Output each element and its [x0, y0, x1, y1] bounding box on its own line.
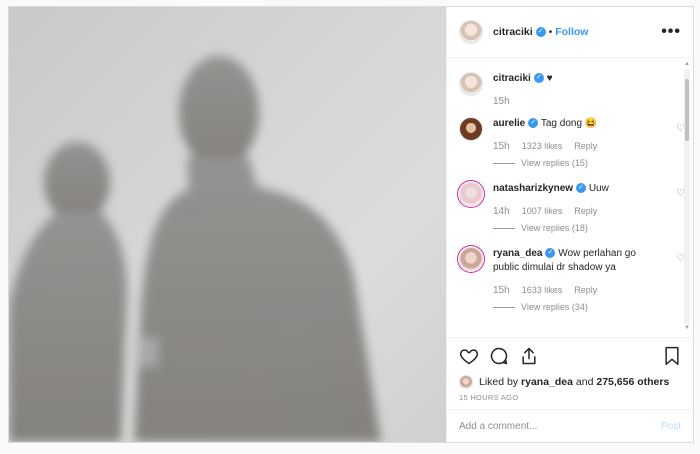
comment-text: Tag dong 😆 [540, 118, 598, 129]
liker-avatar[interactable] [459, 375, 473, 389]
comment-likes[interactable]: 1007 likes [522, 206, 563, 217]
add-comment-input[interactable] [459, 420, 661, 432]
post-sidebar: citraciki ✓ • Follow ••• citraciki ✓ ♥ 15… [446, 7, 693, 442]
commenter-username[interactable]: aurelie [493, 118, 525, 129]
scrollbar-thumb[interactable] [685, 79, 689, 141]
comment-time[interactable]: 15h [493, 141, 510, 152]
add-comment-bar: Post [447, 409, 693, 442]
caption-text: ♥ [546, 73, 553, 84]
verified-badge-icon: ✓ [528, 118, 539, 129]
comment-item: natasharizkynew ✓ Uuw 14h 1007 likes Repl… [459, 182, 685, 233]
liked-by-middle: and [575, 376, 594, 388]
commenter-avatar[interactable] [459, 182, 483, 206]
commenter-avatar[interactable] [459, 117, 483, 141]
view-replies-label: View replies (15) [521, 158, 588, 168]
shadow-silhouettes [9, 56, 381, 442]
liked-by-user[interactable]: ryana_dea [521, 376, 573, 388]
caption-time[interactable]: 15h [493, 96, 510, 107]
scroll-down-arrow-icon[interactable]: ▼ [684, 325, 690, 331]
comment-text: Uuw [588, 183, 609, 194]
instagram-post: citraciki ✓ • Follow ••• citraciki ✓ ♥ 15… [8, 6, 694, 443]
comment-likes[interactable]: 1323 likes [522, 141, 563, 152]
reply-button[interactable]: Reply [574, 141, 597, 152]
commenter-avatar[interactable] [459, 247, 483, 271]
comment-item: ryana_dea ✓ Wow perlahan go public dimula… [459, 247, 685, 312]
verified-badge-icon: ✓ [545, 248, 556, 259]
caption: citraciki ✓ ♥ 15h [459, 72, 653, 107]
post-comment-button[interactable]: Post [661, 421, 681, 432]
post-photo[interactable] [9, 7, 446, 442]
divider-line [493, 162, 515, 164]
author-avatar[interactable] [459, 20, 483, 44]
reply-button[interactable]: Reply [574, 285, 597, 296]
divider-line [493, 306, 515, 308]
verified-badge-icon: ✓ [535, 27, 546, 37]
liked-by-count[interactable]: 275,656 others [596, 376, 669, 388]
caption-avatar[interactable] [459, 72, 483, 96]
comment-item: aurelie ✓ Tag dong 😆 15h 1323 likes Reply… [459, 117, 685, 168]
liked-by-prefix: Liked by [479, 376, 519, 388]
reply-button[interactable]: Reply [574, 206, 597, 217]
view-replies-button[interactable]: View replies (15) [493, 158, 653, 168]
follow-button[interactable]: Follow [555, 26, 588, 38]
action-bar [447, 337, 693, 373]
comment-time[interactable]: 15h [493, 285, 510, 296]
separator-dot: • [548, 26, 553, 38]
liked-by-row: Liked by ryana_dea and 275,656 others [447, 373, 693, 391]
comments-section: citraciki ✓ ♥ 15h aurelie ✓ Tag dong 😆 15h [447, 58, 693, 337]
post-header: citraciki ✓ • Follow ••• [447, 7, 693, 58]
commenter-username[interactable]: ryana_dea [493, 248, 542, 259]
caption-username[interactable]: citraciki [493, 73, 531, 84]
view-replies-button[interactable]: View replies (18) [493, 223, 653, 233]
comments-scrollbar[interactable] [684, 69, 690, 324]
post-time-ago[interactable]: 15 HOURS AGO [447, 391, 693, 409]
bookmark-icon[interactable] [663, 346, 681, 366]
view-replies-label: View replies (18) [521, 223, 588, 233]
share-icon[interactable] [519, 346, 539, 366]
comment-likes[interactable]: 1633 likes [522, 285, 563, 296]
author-username[interactable]: citraciki [493, 26, 533, 38]
view-replies-button[interactable]: View replies (34) [493, 302, 653, 312]
more-options-icon[interactable]: ••• [661, 23, 681, 41]
scroll-up-arrow-icon[interactable]: ▲ [684, 61, 690, 67]
verified-badge-icon: ✓ [533, 73, 544, 84]
verified-badge-icon: ✓ [576, 183, 587, 194]
comment-icon[interactable] [489, 346, 509, 366]
commenter-username[interactable]: natasharizkynew [493, 183, 573, 194]
divider-line [493, 227, 515, 229]
heart-icon[interactable] [459, 346, 479, 366]
view-replies-label: View replies (34) [521, 302, 588, 312]
comment-time[interactable]: 14h [493, 206, 510, 217]
